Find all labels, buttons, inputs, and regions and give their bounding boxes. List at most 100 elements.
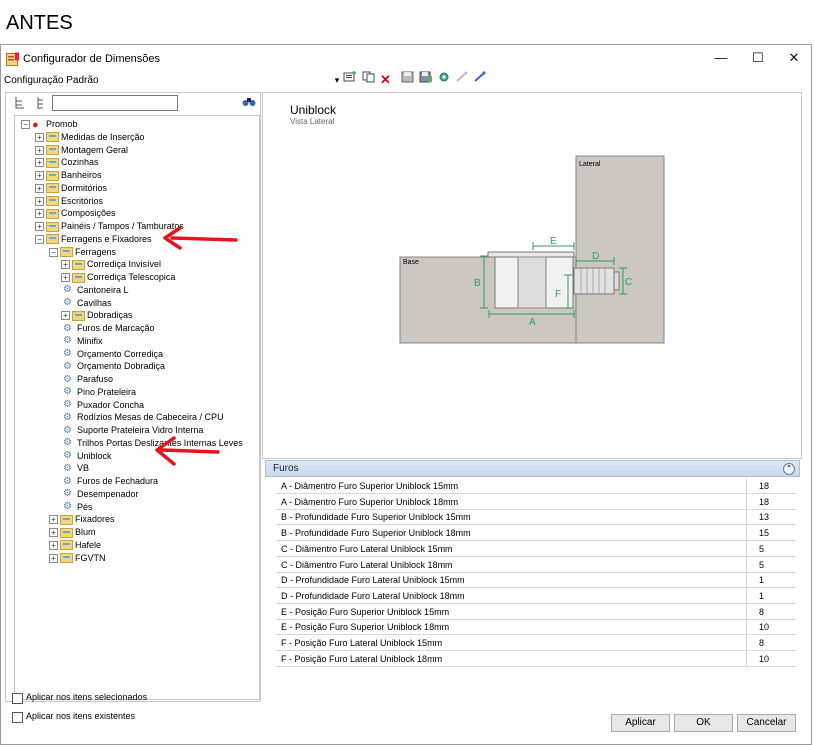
collapse-node-icon[interactable]: − [35, 234, 44, 244]
collapse-all-icon[interactable] [34, 96, 46, 113]
close-button[interactable]: ✕ [774, 47, 814, 69]
apply-existing-checkbox[interactable] [12, 712, 23, 723]
property-value[interactable]: 18 [746, 478, 796, 494]
tree-folder[interactable]: + Hafele [49, 539, 101, 552]
ok-button[interactable]: OK [674, 714, 733, 732]
tree-leaf[interactable]: ⚙ Uniblock [61, 450, 112, 463]
delete-icon[interactable]: ✕ [377, 71, 394, 89]
expand-node-icon[interactable]: + [35, 183, 44, 193]
property-row[interactable]: A - Diâmentro Furo Superior Uniblock 15m… [276, 478, 796, 494]
save-icon[interactable] [399, 71, 416, 89]
property-value[interactable]: 18 [746, 493, 796, 510]
property-row[interactable]: A - Diâmentro Furo Superior Uniblock 18m… [276, 493, 796, 510]
apply-selected-checkbox[interactable] [12, 693, 23, 704]
tree-folder[interactable]: + Dobradiças [61, 309, 133, 322]
tree-leaf[interactable]: ⚙ Puxador Concha [61, 399, 144, 412]
tree-folder[interactable]: + FGVTN [49, 552, 106, 565]
expand-node-icon[interactable]: + [35, 132, 44, 142]
folder-icon [72, 272, 85, 283]
tree-node-label: Fixadores [75, 514, 115, 525]
expand-node-icon[interactable]: + [49, 515, 58, 525]
collapse-icon[interactable]: ⌃ [783, 463, 795, 475]
tree-leaf[interactable]: ⚙ Pino Prateleira [61, 386, 136, 399]
save-as-icon[interactable] [417, 71, 434, 89]
tool-icon[interactable] [471, 71, 488, 89]
tree-leaf[interactable]: ⚙ Orçamento Corrediça [61, 348, 163, 361]
expand-node-icon[interactable]: + [49, 540, 58, 550]
expand-node-icon[interactable]: + [61, 311, 70, 321]
tree-leaf[interactable]: ⚙ Parafuso [61, 373, 113, 386]
tree-folder[interactable]: − Ferragens e Fixadores [35, 233, 152, 246]
property-row[interactable]: B - Profundidade Furo Superior Uniblock … [276, 525, 796, 542]
expand-node-icon[interactable]: + [49, 528, 58, 538]
expand-node-icon[interactable]: + [61, 260, 70, 270]
property-row[interactable]: F - Posição Furo Lateral Uniblock 18mm 10 [276, 650, 796, 667]
tree-root[interactable]: − ● Promob [21, 118, 78, 131]
property-value[interactable]: 5 [746, 556, 796, 573]
property-row[interactable]: C - Diâmentro Furo Lateral Uniblock 15mm… [276, 540, 796, 557]
property-row[interactable]: C - Diâmentro Furo Lateral Uniblock 18mm… [276, 556, 796, 573]
property-row[interactable]: D - Profundidade Furo Lateral Uniblock 1… [276, 572, 796, 589]
settings-icon[interactable] [435, 71, 452, 89]
maximize-button[interactable]: ☐ [738, 47, 778, 69]
search-input[interactable] [52, 95, 178, 111]
binoculars-icon[interactable] [242, 95, 256, 110]
collapse-node-icon[interactable]: − [21, 120, 30, 130]
tree-leaf[interactable]: ⚙ Minifix [61, 335, 103, 348]
expand-node-icon[interactable]: + [61, 273, 70, 283]
property-value[interactable]: 1 [746, 572, 796, 589]
expand-node-icon[interactable]: + [35, 158, 44, 168]
cancel-button[interactable]: Cancelar [737, 714, 796, 732]
tree-folder[interactable]: + Corrediça Telescopica [61, 271, 175, 284]
tree-folder[interactable]: + Montagem Geral [35, 144, 128, 157]
tree-folder[interactable]: + Blum [49, 526, 96, 539]
expand-node-icon[interactable]: + [35, 222, 44, 232]
collapse-node-icon[interactable]: − [49, 247, 58, 257]
tree-folder[interactable]: + Dormitórios [35, 182, 107, 195]
tree-leaf[interactable]: ⚙ Cantoneira L [61, 284, 129, 297]
item-icon: ⚙ [63, 284, 72, 296]
expand-node-icon[interactable]: + [35, 196, 44, 206]
tree-folder[interactable]: + Escritórios [35, 195, 103, 208]
property-row[interactable]: F - Posição Furo Lateral Uniblock 15mm 8 [276, 635, 796, 651]
tree-folder[interactable]: + Fixadores [49, 513, 115, 526]
tree-leaf[interactable]: ⚙ Rodízios Mesas de Cabeceira / CPU [61, 411, 224, 424]
tree-leaf[interactable]: ⚙ Orçamento Dobradiça [61, 360, 165, 373]
copy-config-icon[interactable] [360, 71, 377, 89]
tree-folder[interactable]: + Composições [35, 207, 116, 220]
tree-leaf[interactable]: ⚙ Cavilhas [61, 297, 112, 310]
property-row[interactable]: E - Posição Furo Superior Uniblock 18mm 1… [276, 619, 796, 636]
expand-node-icon[interactable]: + [35, 209, 44, 219]
property-value[interactable]: 1 [746, 587, 796, 604]
property-value[interactable]: 10 [746, 619, 796, 636]
expand-node-icon[interactable]: + [35, 145, 44, 155]
property-row[interactable]: D - Profundidade Furo Lateral Uniblock 1… [276, 587, 796, 604]
expand-node-icon[interactable]: + [35, 171, 44, 181]
tree-folder[interactable]: − Ferragens [49, 246, 116, 259]
tree-leaf[interactable]: ⚙ VB [61, 462, 89, 475]
tree-leaf[interactable]: ⚙ Furos de Marcação [61, 322, 155, 335]
property-value[interactable]: 13 [746, 509, 796, 526]
tree-folder[interactable]: + Corrediça Invisível [61, 258, 161, 271]
tree-leaf[interactable]: ⚙ Pés [61, 501, 93, 514]
property-row[interactable]: E - Posição Furo Superior Uniblock 15mm 8 [276, 603, 796, 620]
property-value[interactable]: 15 [746, 525, 796, 542]
tree-folder[interactable]: + Cozinhas [35, 156, 99, 169]
dropdown-icon[interactable]: ▾ [333, 71, 341, 89]
minimize-button[interactable]: — [701, 47, 741, 69]
apply-button[interactable]: Aplicar [611, 714, 670, 732]
tree-folder[interactable]: + Medidas de Inserção [35, 131, 145, 144]
property-value[interactable]: 5 [746, 540, 796, 557]
property-value[interactable]: 8 [746, 603, 796, 620]
property-value[interactable]: 8 [746, 635, 796, 651]
property-row[interactable]: B - Profundidade Furo Superior Uniblock … [276, 509, 796, 526]
item-icon: ⚙ [63, 360, 72, 372]
tree-leaf[interactable]: ⚙ Desempenador [61, 488, 139, 501]
group-header-furos[interactable]: Furos ⌃ [265, 460, 800, 477]
expand-node-icon[interactable]: + [49, 553, 58, 563]
new-config-icon[interactable] [341, 71, 358, 89]
tree-leaf[interactable]: ⚙ Furos de Fechadura [61, 475, 158, 488]
expand-all-icon[interactable] [14, 96, 26, 113]
tree-folder[interactable]: + Banheiros [35, 169, 102, 182]
property-value[interactable]: 10 [746, 650, 796, 667]
